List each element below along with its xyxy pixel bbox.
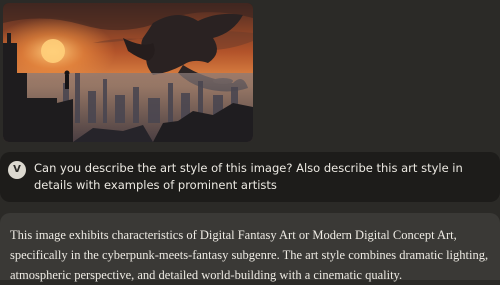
attached-image[interactable] [3,3,253,142]
assistant-message-text: This image exhibits characteristics of D… [10,228,489,282]
dragon-city-illustration [3,3,253,142]
user-avatar: V [8,161,26,179]
user-message: V Can you describe the art style of this… [0,152,500,202]
user-message-text: Can you describe the art style of this i… [34,161,463,192]
assistant-message: This image exhibits characteristics of D… [0,213,500,282]
